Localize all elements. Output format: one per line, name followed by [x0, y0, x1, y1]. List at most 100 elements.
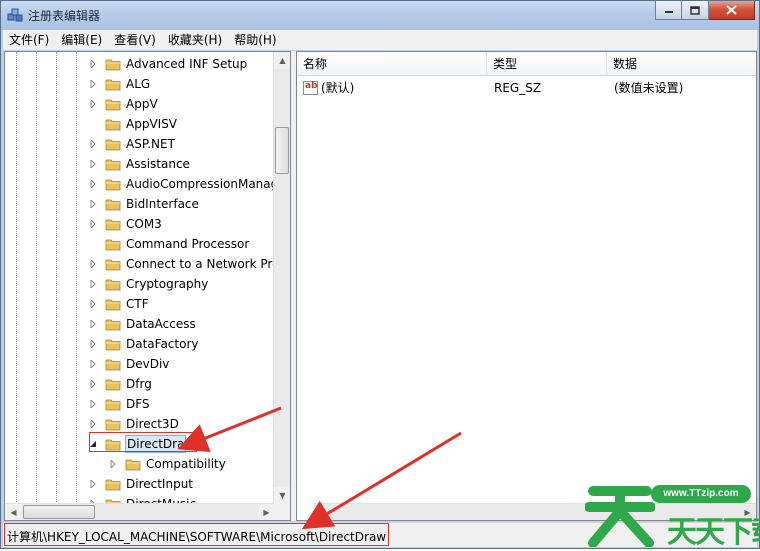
- scroll-down-icon[interactable]: ▼: [274, 487, 290, 504]
- collapsed-triangle-icon[interactable]: [89, 160, 97, 168]
- value-row[interactable]: ab (默认) REG_SZ (数值未设置): [297, 78, 756, 98]
- minimize-button[interactable]: [655, 1, 682, 20]
- folder-icon: [105, 139, 121, 151]
- folder-icon: [105, 299, 121, 311]
- tree-item[interactable]: Command Processor: [5, 234, 277, 254]
- site-watermark: www.TTzip.com 天天下载: [581, 471, 760, 550]
- tree-item[interactable]: BidInterface: [5, 194, 277, 214]
- watermark-url: www.TTzip.com: [651, 485, 751, 503]
- collapsed-triangle-icon[interactable]: [89, 280, 97, 288]
- menu-help[interactable]: 帮助(H): [228, 30, 282, 50]
- scroll-up-icon[interactable]: ▲: [274, 52, 290, 69]
- collapsed-triangle-icon[interactable]: [89, 80, 97, 88]
- tree-hscroll-thumb[interactable]: [23, 505, 95, 519]
- column-type[interactable]: 类型: [487, 52, 607, 76]
- tree-item[interactable]: DFS: [5, 394, 277, 414]
- tree-item[interactable]: AppV: [5, 94, 277, 114]
- menu-favorites[interactable]: 收藏夹(H): [162, 30, 228, 50]
- tree-vertical-scrollbar[interactable]: ▲ ▼: [273, 52, 290, 504]
- folder-icon: [105, 219, 121, 231]
- tree-item[interactable]: DataAccess: [5, 314, 277, 334]
- tree-item[interactable]: CTF: [5, 294, 277, 314]
- tree-item[interactable]: Dfrg: [5, 374, 277, 394]
- folder-icon: [105, 159, 121, 171]
- string-value-icon: ab: [303, 81, 318, 95]
- tree-item-label: COM3: [126, 217, 162, 231]
- collapsed-triangle-icon[interactable]: [89, 260, 97, 268]
- menu-bar: 文件(F) 编辑(E) 查看(V) 收藏夹(H) 帮助(H): [3, 30, 757, 50]
- watermark-text: 天天下载: [667, 515, 760, 550]
- tree-item-label: AudioCompressionManag: [126, 177, 279, 191]
- collapsed-triangle-icon[interactable]: [89, 380, 97, 388]
- collapsed-triangle-icon[interactable]: [109, 460, 117, 468]
- collapsed-triangle-icon[interactable]: [89, 140, 97, 148]
- folder-icon: [105, 279, 121, 291]
- caption-buttons: [655, 1, 755, 21]
- tree-item[interactable]: DataFactory: [5, 334, 277, 354]
- tree-item[interactable]: AudioCompressionManag: [5, 174, 279, 194]
- maximize-button[interactable]: [682, 1, 709, 20]
- tree-item-label: Assistance: [126, 157, 190, 171]
- collapsed-triangle-icon[interactable]: [89, 220, 97, 228]
- collapsed-triangle-icon[interactable]: [89, 340, 97, 348]
- tree-item-label: DataFactory: [126, 337, 199, 351]
- collapsed-triangle-icon[interactable]: [89, 60, 97, 68]
- tree-item-label: CTF: [126, 297, 149, 311]
- value-name: (默认): [321, 81, 355, 95]
- tree-item[interactable]: AppVISV: [5, 114, 277, 134]
- collapsed-triangle-icon[interactable]: [89, 200, 97, 208]
- tree-item-label: DirectInput: [126, 477, 194, 491]
- folder-icon: [105, 59, 121, 71]
- folder-icon: [105, 339, 121, 351]
- tree-scroll-thumb[interactable]: [275, 127, 289, 174]
- tree-horizontal-scrollbar[interactable]: ◀ ▶: [5, 503, 275, 520]
- highlight-box-tree-item: [89, 432, 197, 452]
- tree-item[interactable]: ASP.NET: [5, 134, 277, 154]
- values-list[interactable]: 名称 类型 数据 ab (默认) REG_SZ (数值未设置) ◀ ▶: [296, 51, 757, 521]
- tree-item[interactable]: Advanced INF Setup: [5, 54, 277, 74]
- tree-item-label: DFS: [126, 397, 150, 411]
- list-header: 名称 类型 数据: [297, 52, 756, 76]
- tree-item-label: AppVISV: [126, 117, 178, 131]
- folder-icon: [105, 359, 121, 371]
- collapsed-triangle-icon[interactable]: [89, 180, 97, 188]
- tree-item-label: Advanced INF Setup: [126, 57, 248, 71]
- tree-item[interactable]: DirectInput: [5, 474, 277, 494]
- menu-edit[interactable]: 编辑(E): [55, 30, 108, 50]
- folder-icon: [105, 379, 121, 391]
- collapsed-triangle-icon[interactable]: [89, 400, 97, 408]
- menu-file[interactable]: 文件(F): [3, 30, 55, 50]
- tree-item-label: Cryptography: [126, 277, 209, 291]
- collapsed-triangle-icon[interactable]: [89, 420, 97, 428]
- tree-item[interactable]: COM3: [5, 214, 277, 234]
- menu-view[interactable]: 查看(V): [108, 30, 162, 50]
- value-data: (数值未设置): [614, 81, 684, 95]
- column-data[interactable]: 数据: [607, 52, 756, 76]
- registry-editor-icon: [7, 8, 23, 22]
- tree-item[interactable]: Cryptography: [5, 274, 277, 294]
- scroll-left-icon[interactable]: ◀: [314, 504, 331, 520]
- tree-item[interactable]: Compatibility: [5, 454, 277, 474]
- scroll-left-icon[interactable]: ◀: [5, 504, 22, 520]
- collapsed-triangle-icon[interactable]: [89, 320, 97, 328]
- folder-icon: [105, 479, 121, 491]
- minimize-icon: [664, 11, 673, 13]
- collapsed-triangle-icon[interactable]: [89, 480, 97, 488]
- tree-item[interactable]: ALG: [5, 74, 277, 94]
- tree-item[interactable]: Connect to a Network Pro: [5, 254, 279, 274]
- column-name[interactable]: 名称: [297, 52, 487, 76]
- tree-item-label: BidInterface: [126, 197, 199, 211]
- folder-icon: [105, 199, 121, 211]
- collapsed-triangle-icon[interactable]: [89, 100, 97, 108]
- tree-item-label: DataAccess: [126, 317, 196, 331]
- folder-icon: [105, 119, 121, 131]
- collapsed-triangle-icon[interactable]: [89, 300, 97, 308]
- title-bar[interactable]: 注册表编辑器: [1, 1, 759, 30]
- tree-item[interactable]: Assistance: [5, 154, 277, 174]
- tree-item[interactable]: DevDiv: [5, 354, 277, 374]
- tree-item-label: AppV: [126, 97, 158, 111]
- close-button[interactable]: [709, 1, 755, 20]
- tree-item[interactable]: Direct3D: [5, 414, 277, 434]
- collapsed-triangle-icon[interactable]: [89, 360, 97, 368]
- tree-item-label: ALG: [126, 77, 151, 91]
